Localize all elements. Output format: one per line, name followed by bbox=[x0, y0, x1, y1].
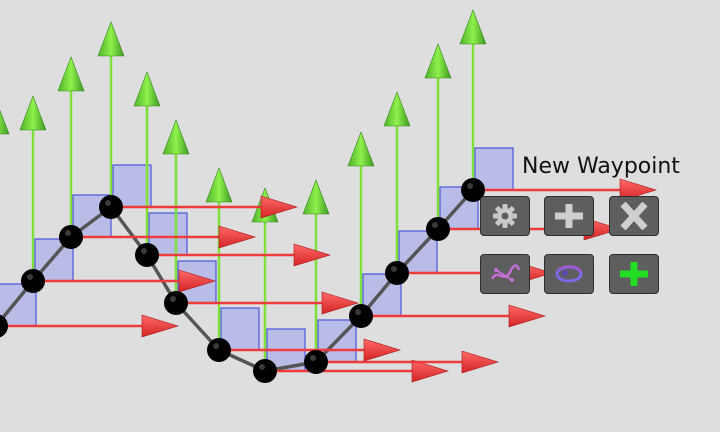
waypoint-node bbox=[59, 225, 83, 249]
up-axis-cone bbox=[205, 167, 233, 203]
waypoint-node-highlight bbox=[27, 274, 33, 280]
forward-axis-cone bbox=[293, 243, 332, 267]
waypoint-node bbox=[426, 217, 450, 241]
orbit-tool-button[interactable] bbox=[544, 254, 594, 294]
up-axis-cone bbox=[424, 43, 452, 79]
waypoint-node bbox=[207, 338, 231, 362]
delete-button[interactable] bbox=[609, 196, 659, 236]
waypoint-node-highlight bbox=[467, 183, 473, 189]
waypoint-node-highlight bbox=[65, 230, 71, 236]
waypoint-node-highlight bbox=[170, 296, 176, 302]
waypoint-node bbox=[135, 243, 159, 267]
waypoint-node bbox=[385, 261, 409, 285]
waypoint-node bbox=[164, 291, 188, 315]
waypoint-node bbox=[253, 359, 277, 383]
waypoint-node bbox=[99, 195, 123, 219]
up-axis-cone bbox=[97, 21, 125, 57]
up-axis-cone bbox=[347, 131, 375, 167]
add-button[interactable] bbox=[544, 196, 594, 236]
path-curve-icon bbox=[490, 264, 521, 282]
forward-axis-cone bbox=[363, 338, 402, 362]
waypoint-node-highlight bbox=[310, 355, 316, 361]
forward-axis-cone bbox=[508, 304, 547, 328]
waypoint-node-highlight bbox=[213, 343, 219, 349]
green-plus-icon bbox=[620, 262, 648, 286]
waypoint-node-highlight bbox=[105, 200, 111, 206]
up-axis-cone bbox=[19, 95, 47, 131]
up-axis-cone bbox=[302, 179, 330, 215]
up-axis-cone bbox=[57, 56, 85, 92]
waypoint-label: New Waypoint bbox=[522, 154, 680, 179]
waypoint-node bbox=[21, 269, 45, 293]
forward-axis-cone bbox=[260, 195, 299, 219]
waypoint-node bbox=[349, 304, 373, 328]
forward-axis-cone bbox=[218, 225, 257, 249]
waypoint-node-highlight bbox=[259, 364, 265, 370]
waypoint-node-highlight bbox=[432, 222, 438, 228]
up-axis-cone bbox=[0, 109, 10, 135]
up-axis-cone bbox=[383, 91, 411, 127]
settings-button[interactable] bbox=[480, 196, 530, 236]
waypoint-node bbox=[304, 350, 328, 374]
waypoint-node-highlight bbox=[391, 266, 397, 272]
up-axis-cone bbox=[133, 71, 161, 107]
gear-icon bbox=[493, 204, 517, 228]
forward-axis-cone bbox=[411, 359, 450, 383]
path-tool-button[interactable] bbox=[480, 254, 530, 294]
waypoint-node-highlight bbox=[355, 309, 361, 315]
up-axis-cone bbox=[162, 119, 190, 155]
waypoint-node-highlight bbox=[141, 248, 147, 254]
forward-axis-cone bbox=[461, 350, 500, 374]
orbit-icon bbox=[555, 265, 583, 283]
x-icon bbox=[620, 202, 648, 230]
plus-icon bbox=[555, 204, 583, 228]
add-waypoint-button[interactable] bbox=[609, 254, 659, 294]
forward-axis-cone bbox=[141, 314, 180, 338]
up-axis-cone bbox=[459, 9, 487, 45]
